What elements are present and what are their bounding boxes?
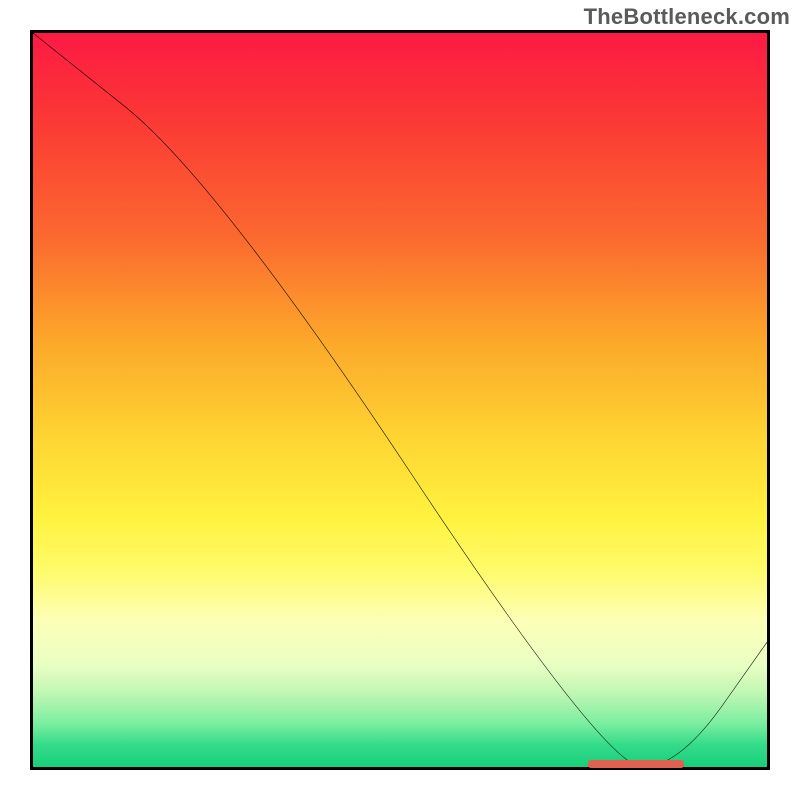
chart-stage: TheBottleneck.com <box>0 0 800 800</box>
watermark-text: TheBottleneck.com <box>584 4 790 30</box>
optimal-range-marker <box>588 760 684 768</box>
plot-area <box>30 30 770 770</box>
heat-gradient-background <box>33 33 767 767</box>
